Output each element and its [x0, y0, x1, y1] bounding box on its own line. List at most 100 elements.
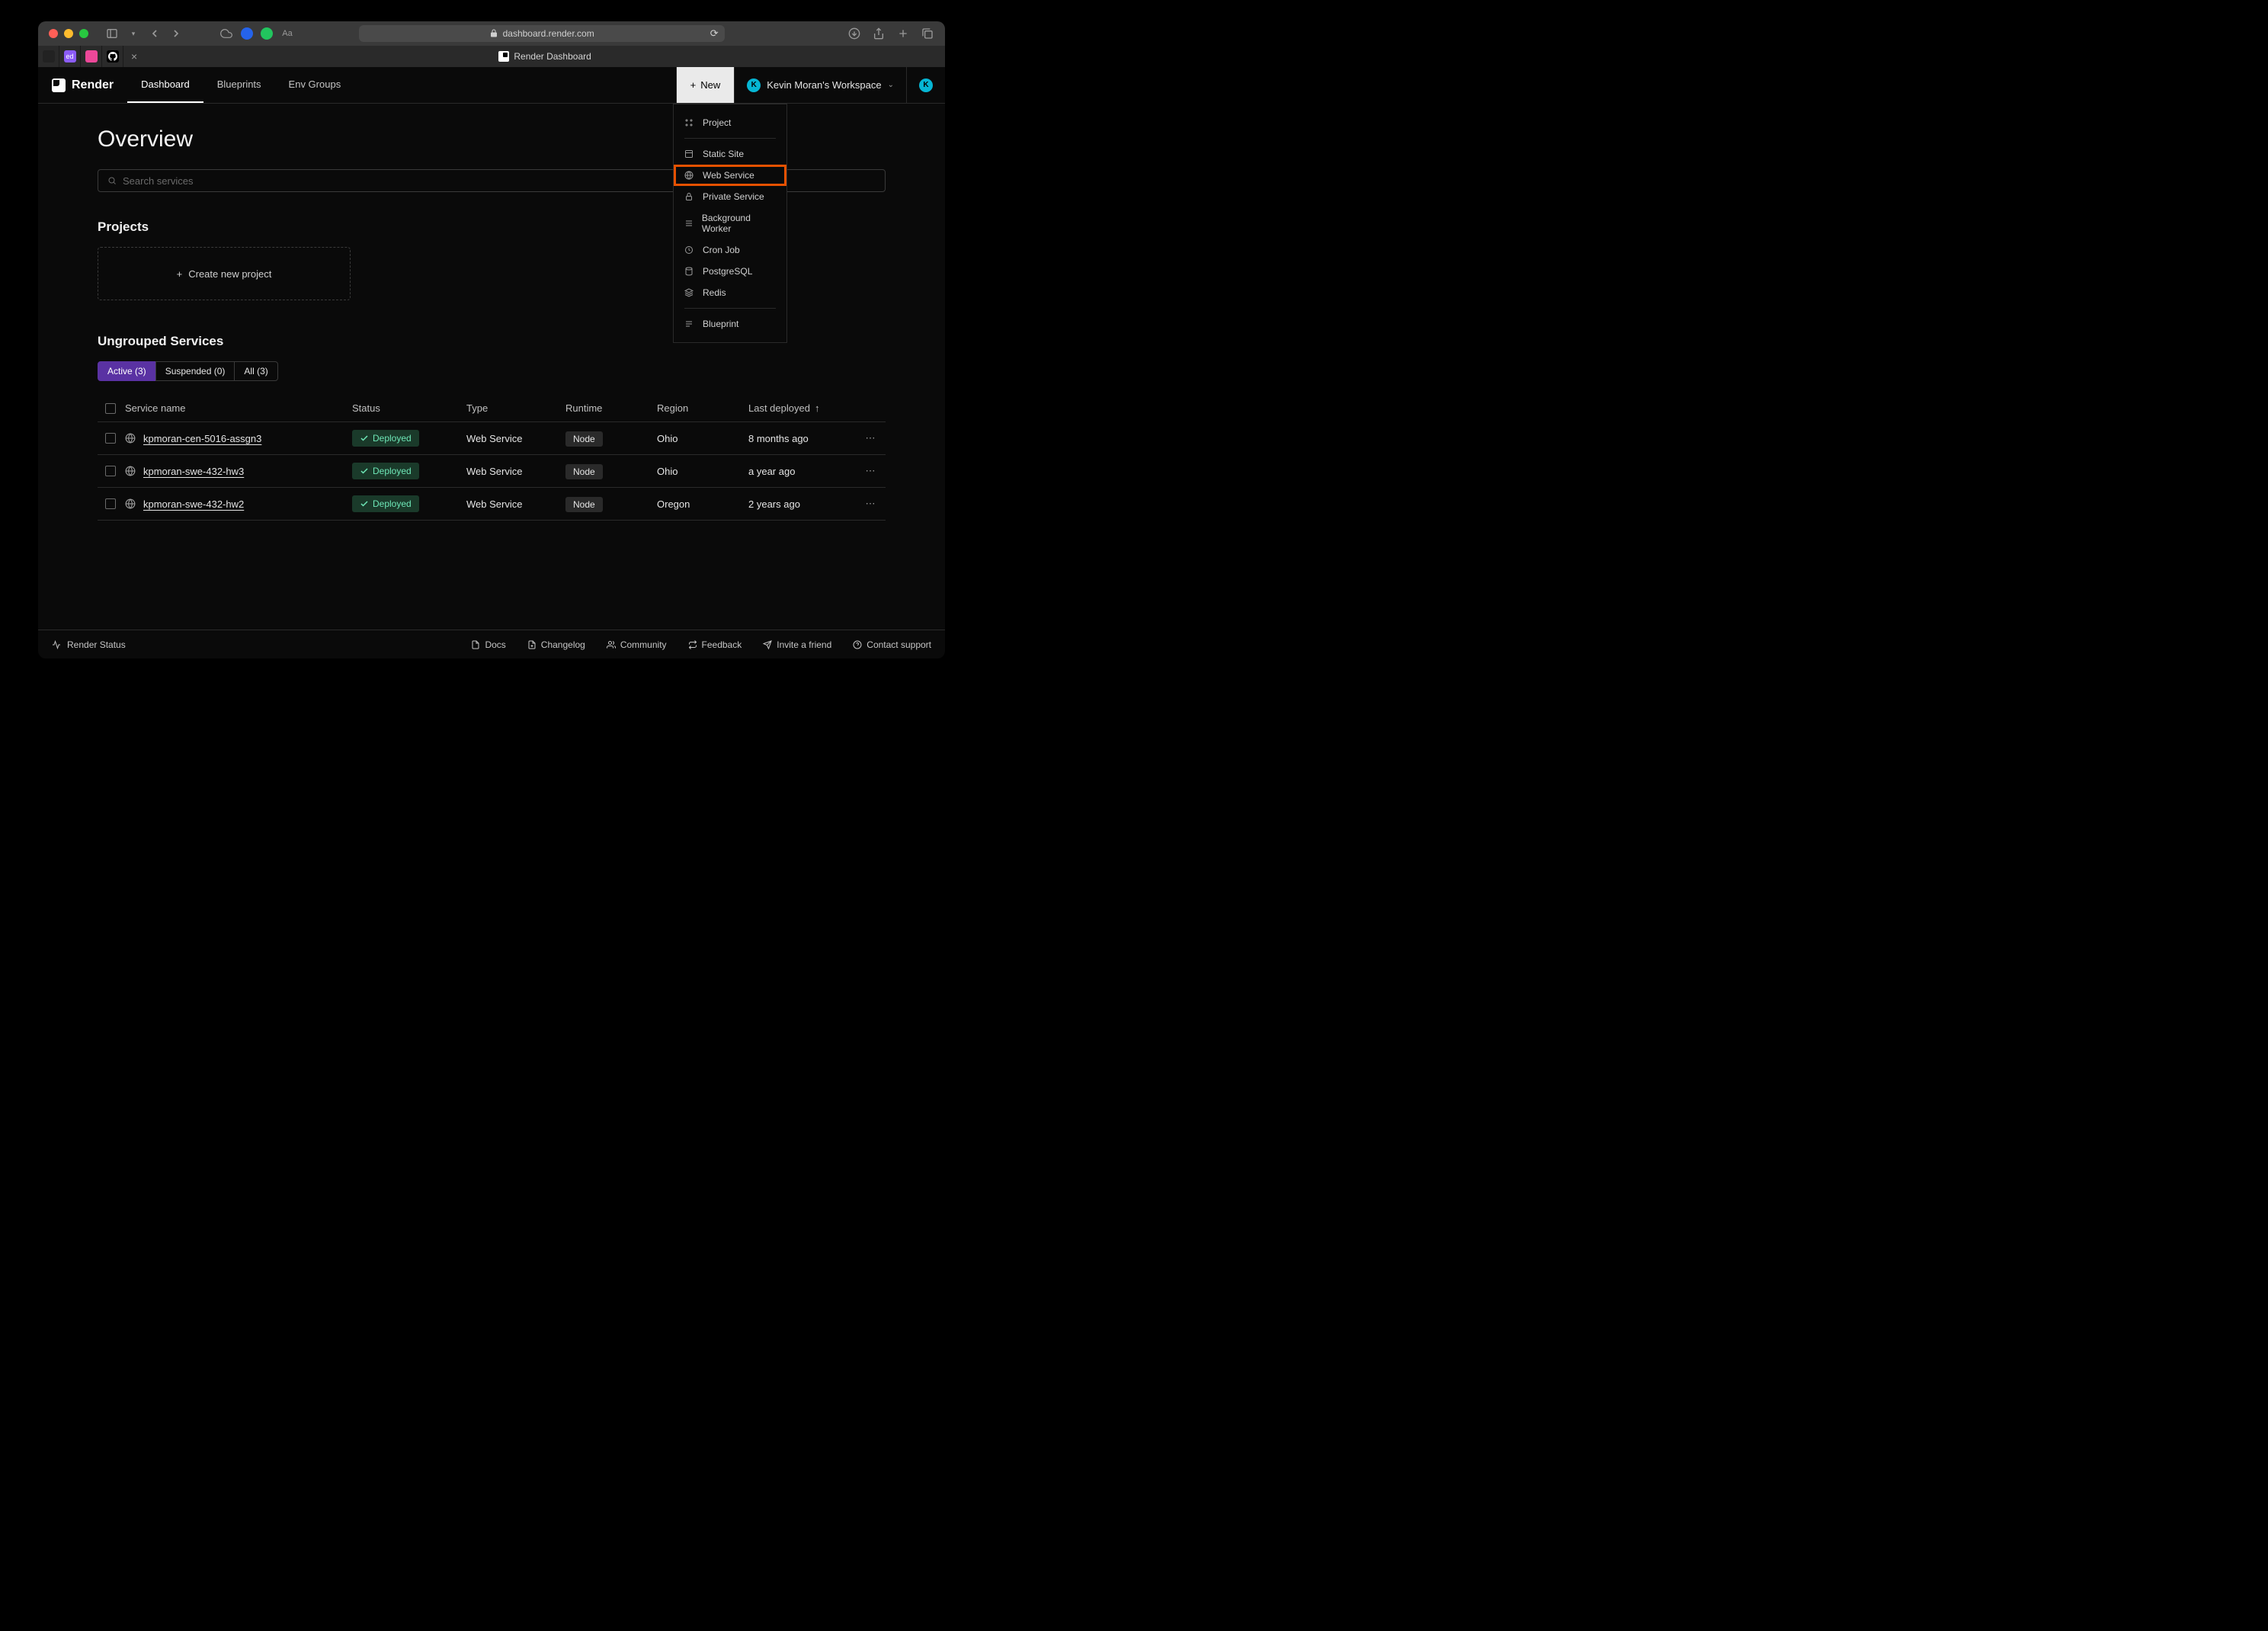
favicon-tab-3[interactable] [81, 46, 102, 67]
tab-strip: ed × Render Dashboard [38, 46, 945, 67]
extension-2-icon[interactable] [261, 27, 273, 40]
nav-dashboard[interactable]: Dashboard [127, 67, 203, 103]
status-badge: Deployed [352, 430, 419, 447]
region-cell: Ohio [657, 466, 748, 477]
user-avatar-button[interactable]: K [907, 67, 945, 103]
logo[interactable]: Render [38, 79, 127, 92]
downloads-icon[interactable] [847, 27, 861, 40]
logo-text: Render [72, 79, 114, 92]
row-checkbox[interactable] [105, 498, 116, 509]
row-checkbox[interactable] [105, 433, 116, 444]
row-menu-button[interactable]: ⋯ [855, 432, 886, 444]
check-icon [360, 499, 369, 508]
create-project-button[interactable]: + Create new project [98, 247, 351, 300]
nav-blueprints[interactable]: Blueprints [203, 67, 275, 103]
reload-button[interactable]: ⟳ [710, 27, 719, 40]
filter-active[interactable]: Active (3) [98, 361, 156, 381]
forward-button[interactable] [169, 27, 183, 40]
search-icon [107, 176, 117, 185]
create-project-label: Create new project [188, 268, 271, 280]
status-badge: Deployed [352, 463, 419, 479]
favicon-tab-1[interactable] [38, 46, 59, 67]
extension-1-icon[interactable] [241, 27, 253, 40]
project-icon [684, 118, 695, 127]
globe-icon [125, 433, 136, 444]
table-row: kpmoran-swe-432-hw3 Deployed Web Service… [98, 455, 886, 488]
changelog-link[interactable]: Changelog [527, 639, 585, 650]
dd-cron-job[interactable]: Cron Job [674, 239, 786, 261]
cloud-icon[interactable] [219, 27, 233, 40]
lock-icon [684, 192, 695, 201]
static-site-icon [684, 149, 695, 159]
dd-project[interactable]: Project [674, 112, 786, 133]
main-content: Overview Projects + Create new project U… [38, 104, 945, 630]
tabs-icon[interactable] [921, 27, 934, 40]
favicon-tab-4[interactable] [102, 46, 123, 67]
close-window-button[interactable] [49, 29, 58, 38]
chevron-down-icon[interactable]: ▾ [127, 30, 140, 38]
globe-icon [125, 498, 136, 509]
share-icon[interactable] [872, 27, 886, 40]
service-link[interactable]: kpmoran-swe-432-hw2 [143, 498, 244, 510]
window-controls [49, 29, 88, 38]
invite-link[interactable]: Invite a friend [763, 639, 831, 650]
render-status-link[interactable]: Render Status [52, 639, 126, 650]
dd-blueprint[interactable]: Blueprint [674, 313, 786, 335]
favicon-tab-2[interactable]: ed [59, 46, 81, 67]
col-status: Status [352, 402, 466, 414]
maximize-window-button[interactable] [79, 29, 88, 38]
plus-icon: + [690, 79, 697, 91]
col-last-deployed[interactable]: Last deployed↑ [748, 402, 855, 414]
docs-link[interactable]: Docs [471, 639, 505, 650]
feedback-link[interactable]: Feedback [688, 639, 742, 650]
main-nav: Dashboard Blueprints Env Groups [127, 67, 354, 103]
row-menu-button[interactable]: ⋯ [855, 465, 886, 477]
tab-title: Render Dashboard [514, 51, 591, 62]
region-cell: Ohio [657, 433, 748, 444]
deployed-cell: 8 months ago [748, 433, 855, 444]
new-dropdown-menu: Project Static Site Web Service Private … [673, 104, 787, 343]
filter-suspended[interactable]: Suspended (0) [155, 361, 235, 381]
dd-redis[interactable]: Redis [674, 282, 786, 303]
contact-link[interactable]: Contact support [853, 639, 931, 650]
back-button[interactable] [148, 27, 162, 40]
workspace-name: Kevin Moran's Workspace [767, 79, 881, 91]
database-icon [684, 267, 695, 276]
active-tab[interactable]: Render Dashboard [145, 51, 945, 62]
service-link[interactable]: kpmoran-cen-5016-assgn3 [143, 433, 261, 444]
service-link[interactable]: kpmoran-swe-432-hw3 [143, 466, 244, 477]
separator [684, 308, 776, 309]
dd-postgresql[interactable]: PostgreSQL [674, 261, 786, 282]
minimize-window-button[interactable] [64, 29, 73, 38]
footer: Render Status Docs Changelog Community F… [38, 630, 945, 658]
dd-private-service[interactable]: Private Service [674, 186, 786, 207]
render-logo-icon [52, 79, 66, 92]
community-link[interactable]: Community [607, 639, 667, 650]
workspace-selector[interactable]: K Kevin Moran's Workspace ⌄ [735, 67, 907, 103]
nav-env-groups[interactable]: Env Groups [275, 67, 355, 103]
row-checkbox[interactable] [105, 466, 116, 476]
row-menu-button[interactable]: ⋯ [855, 498, 886, 510]
url-text: dashboard.render.com [503, 28, 594, 39]
select-all-checkbox[interactable] [105, 403, 116, 414]
layers-icon [684, 288, 695, 297]
tab-close-button[interactable]: × [123, 50, 145, 62]
new-button[interactable]: + New [676, 67, 735, 103]
address-bar[interactable]: dashboard.render.com ⟳ [359, 25, 725, 42]
globe-icon [125, 466, 136, 476]
new-tab-icon[interactable] [896, 27, 910, 40]
text-size-icon[interactable]: Aa [280, 29, 294, 38]
send-icon [763, 640, 772, 649]
filter-pills: Active (3) Suspended (0) All (3) [98, 361, 886, 381]
dd-background-worker[interactable]: Background Worker [674, 207, 786, 239]
type-cell: Web Service [466, 498, 565, 510]
dd-web-service[interactable]: Web Service [674, 165, 786, 186]
filter-all[interactable]: All (3) [234, 361, 277, 381]
dd-static-site[interactable]: Static Site [674, 143, 786, 165]
chevron-down-icon: ⌄ [888, 81, 894, 89]
services-table: Service name Status Type Runtime Region … [98, 395, 886, 521]
sidebar-icon[interactable] [105, 27, 119, 40]
globe-icon [684, 171, 695, 180]
runtime-badge: Node [565, 431, 603, 447]
plus-icon: + [177, 268, 183, 280]
